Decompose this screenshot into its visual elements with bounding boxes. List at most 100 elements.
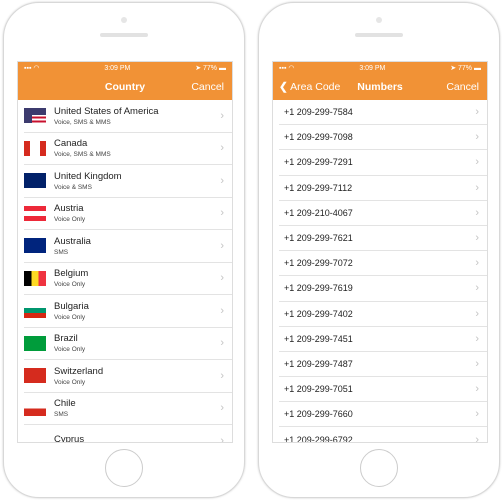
number-row[interactable]: +1 209-299-7051 › — [279, 377, 487, 403]
number-row[interactable]: +1 209-299-7451 › — [279, 327, 487, 352]
chevron-right-icon: › — [220, 207, 224, 220]
country-name: Belgium — [54, 268, 89, 280]
country-row[interactable]: United Kingdom Voice & SMS › — [24, 165, 232, 198]
number-row[interactable]: +1 209-299-7487 › — [279, 352, 487, 378]
chevron-right-icon: › — [475, 408, 479, 421]
country-row[interactable]: Australia SMS › — [24, 230, 232, 263]
status-time: 3:09 PM — [104, 64, 131, 72]
nav-bar: ▪▪▪ ◠ 3:09 PM ➤ 77% ▬ Country Cancel — [18, 62, 232, 100]
cancel-button[interactable]: Cancel — [191, 81, 224, 93]
signal-icon: ▪▪▪ ◠ — [279, 65, 295, 72]
signal-icon: ▪▪▪ ◠ — [24, 65, 40, 72]
country-row[interactable]: Bulgaria Voice Only › — [24, 295, 232, 328]
number-row[interactable]: +1 209-210-4067 › — [279, 201, 487, 226]
numbers-screen: ▪▪▪ ◠ 3:09 PM ➤ 77% ▬ ❮ Area Code Numbers Ca… — [272, 61, 488, 443]
chevron-right-icon: › — [220, 402, 224, 415]
phone-number: +1 209-299-7619 — [284, 283, 353, 294]
chevron-right-icon: › — [220, 369, 224, 382]
phone-number: +1 209-299-7451 — [284, 333, 353, 344]
country-row[interactable]: Switzerland Voice Only › — [24, 360, 232, 393]
flag-at-icon — [24, 205, 46, 221]
flag-us-icon — [24, 108, 46, 124]
chevron-right-icon: › — [475, 181, 479, 194]
home-button[interactable] — [360, 449, 398, 487]
battery-level: 77% — [203, 65, 218, 72]
chevron-right-icon: › — [475, 383, 479, 396]
chevron-right-icon: › — [220, 109, 224, 122]
country-services: Voice & SMS — [54, 183, 92, 191]
chevron-right-icon: › — [220, 304, 224, 317]
country-services: Voice Only — [54, 346, 86, 354]
flag-gb-icon — [24, 173, 46, 189]
phone-number: +1 209-299-7112 — [284, 182, 353, 193]
nav-bar: ▪▪▪ ◠ 3:09 PM ➤ 77% ▬ ❮ Area Code Numbers Ca… — [273, 62, 487, 100]
phone-number: +1 209-299-7487 — [284, 358, 353, 369]
country-row[interactable]: Chile SMS › — [24, 393, 232, 425]
country-services: SMS — [54, 248, 69, 256]
country-name: Austria — [54, 203, 84, 215]
phone-number: +1 209-299-7584 — [284, 107, 353, 118]
chevron-right-icon: › — [475, 307, 479, 320]
country-services: Voice Only — [54, 216, 86, 224]
country-name: United States of America — [54, 105, 159, 117]
country-row[interactable]: Austria Voice Only › — [24, 198, 232, 230]
flag-cy-icon — [24, 433, 46, 442]
chevron-right-icon: › — [220, 434, 224, 443]
chevron-right-icon: › — [475, 156, 479, 169]
phone-right: ▪▪▪ ◠ 3:09 PM ➤ 77% ▬ ❮ Area Code Numbers Ca… — [258, 2, 500, 498]
country-services: Voice Only — [54, 378, 86, 386]
phone-number: +1 209-299-7621 — [284, 233, 353, 244]
chevron-right-icon: › — [475, 131, 479, 144]
phone-number: +1 209-299-7051 — [284, 384, 353, 395]
home-button[interactable] — [105, 449, 143, 487]
flag-cl-icon — [24, 400, 46, 416]
country-services: Voice Only — [54, 281, 86, 289]
phone-number: +1 209-299-7072 — [284, 258, 353, 269]
number-row[interactable]: +1 209-299-7660 › — [279, 402, 487, 428]
phone-number: +1 209-299-7098 — [284, 132, 353, 143]
speaker — [355, 33, 403, 37]
chevron-right-icon: › — [475, 282, 479, 295]
flag-be-icon — [24, 270, 46, 286]
country-row[interactable]: Canada Voice, SMS & MMS › — [24, 133, 232, 165]
number-row[interactable]: +1 209-299-7584 › — [279, 100, 487, 126]
number-row[interactable]: +1 209-299-7098 › — [279, 125, 487, 151]
country-name: Canada — [54, 138, 88, 150]
number-row[interactable]: +1 209-299-7402 › — [279, 302, 487, 327]
number-row[interactable]: +1 209-299-7621 › — [279, 226, 487, 252]
battery: ➤ 77% ▬ — [450, 65, 481, 72]
number-row[interactable]: +1 209-299-7291 › — [279, 150, 487, 176]
phone-left: ▪▪▪ ◠ 3:09 PM ➤ 77% ▬ Country Cancel United… — [3, 2, 245, 498]
number-row[interactable]: +1 209-299-7072 › — [279, 251, 487, 277]
country-services: Voice, SMS & MMS — [54, 118, 111, 126]
status-time: 3:09 PM — [359, 64, 386, 72]
phone-number: +1 209-299-6792 — [284, 434, 353, 443]
number-row[interactable]: +1 209-299-7112 › — [279, 176, 487, 201]
chevron-right-icon: › — [475, 206, 479, 219]
country-services: Voice Only — [54, 313, 86, 321]
phone-number: +1 209-299-7291 — [284, 157, 353, 168]
status-bar: ▪▪▪ ◠ 3:09 PM ➤ 77% ▬ — [18, 62, 232, 74]
battery-level: 77% — [458, 65, 473, 72]
camera — [121, 17, 127, 23]
number-row[interactable]: +1 209-299-7619 › — [279, 276, 487, 302]
chevron-right-icon: › — [475, 232, 479, 245]
battery: ➤ 77% ▬ — [195, 65, 226, 72]
country-row[interactable]: Brazil Voice Only › — [24, 328, 232, 360]
country-list: United States of America Voice, SMS & MMS… — [18, 100, 232, 443]
country-row[interactable]: United States of America Voice, SMS & MMS… — [24, 100, 232, 133]
country-row[interactable]: Cyprus › — [24, 425, 232, 443]
country-screen: ▪▪▪ ◠ 3:09 PM ➤ 77% ▬ Country Cancel United… — [17, 61, 233, 443]
country-name: Chile — [54, 398, 76, 410]
chevron-right-icon: › — [220, 337, 224, 350]
chevron-right-icon: › — [475, 257, 479, 270]
cancel-button[interactable]: Cancel — [446, 81, 479, 93]
chevron-right-icon: › — [220, 272, 224, 285]
phone-number: +1 209-299-7402 — [284, 308, 353, 319]
country-row[interactable]: Belgium Voice Only › — [24, 263, 232, 295]
chevron-right-icon: › — [475, 357, 479, 370]
chevron-right-icon: › — [220, 174, 224, 187]
status-bar: ▪▪▪ ◠ 3:09 PM ➤ 77% ▬ — [273, 62, 487, 74]
number-row[interactable]: +1 209-299-6792 › — [279, 427, 487, 443]
flag-ca-icon — [24, 140, 46, 156]
